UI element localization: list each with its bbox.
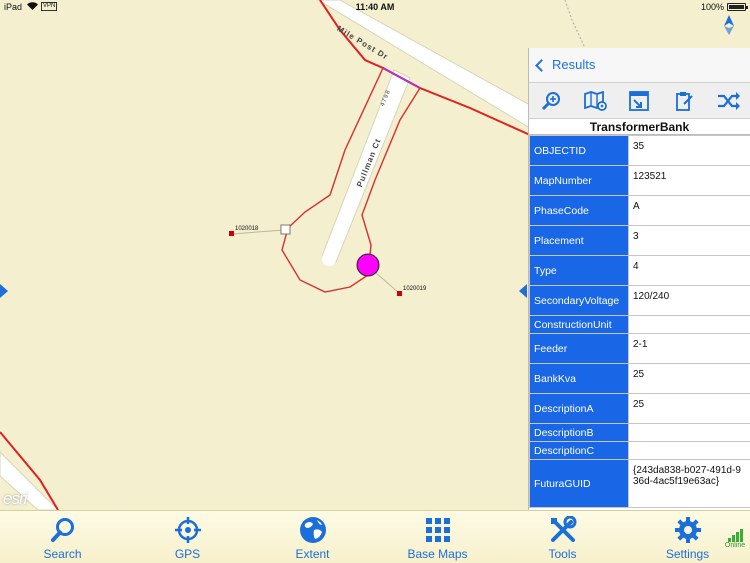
tools-icon xyxy=(549,516,577,544)
junction-box[interactable] xyxy=(280,224,291,235)
map-locate-icon[interactable] xyxy=(582,88,608,114)
road-pullman-end xyxy=(322,252,336,266)
attribute-value: 123521 xyxy=(628,165,750,196)
table-row[interactable]: DescriptionA 25 xyxy=(529,393,750,424)
tab-base-maps[interactable]: Base Maps xyxy=(375,511,500,563)
attribute-value: 4 xyxy=(628,255,750,286)
results-back-label: Results xyxy=(552,57,596,72)
grid-icon xyxy=(424,516,452,544)
battery-fill xyxy=(729,5,744,9)
north-arrow-icon[interactable] xyxy=(720,14,738,36)
tab-extent[interactable]: Extent xyxy=(250,511,375,563)
attribute-value xyxy=(628,441,750,460)
table-row[interactable]: SecondaryVoltage 120/240 xyxy=(529,285,750,316)
status-bar: iPad VPN 11:40 AM 100% xyxy=(0,0,750,14)
attribute-key: Type xyxy=(529,255,629,286)
service-line-2 xyxy=(374,271,400,294)
attribute-value: 3 xyxy=(628,225,750,256)
gear-icon xyxy=(674,516,702,544)
signal-bars-icon xyxy=(723,529,747,542)
attribute-key: OBJECTID xyxy=(529,135,629,166)
search-icon xyxy=(49,516,77,544)
transformer-point[interactable] xyxy=(229,231,234,236)
attribute-key: PhaseCode xyxy=(529,195,629,226)
panel-header: Results xyxy=(529,48,750,83)
point-label: 1020019 xyxy=(403,286,427,292)
table-row[interactable]: ConstructionUnit xyxy=(529,315,750,334)
tab-bar: Search GPS Extent Base Maps Tools Settin… xyxy=(0,510,750,563)
selected-transformer-bank[interactable] xyxy=(356,253,380,277)
table-row[interactable]: DescriptionC xyxy=(529,441,750,460)
table-row[interactable]: DescriptionB xyxy=(529,423,750,442)
table-row[interactable]: Feeder 2-1 xyxy=(529,333,750,364)
attribute-key: SecondaryVoltage xyxy=(529,285,629,316)
tab-label: Settings xyxy=(665,547,710,561)
shuffle-icon[interactable] xyxy=(715,88,741,114)
connection-status-label: Online xyxy=(724,542,746,549)
table-row[interactable]: FuturaGUID {243da838-b027-491d-936d-4ac5f… xyxy=(529,459,750,508)
tab-search[interactable]: Search xyxy=(0,511,125,563)
attribute-key: DescriptionA xyxy=(529,393,629,424)
table-row[interactable]: PhaseCode A xyxy=(529,195,750,226)
point-label: 1020018 xyxy=(235,226,259,232)
table-row[interactable]: BankKva 25 xyxy=(529,363,750,394)
attribute-table: OBJECTID 35 MapNumber 123521 PhaseCode A Pl… xyxy=(529,135,750,508)
attribute-key: DescriptionB xyxy=(529,423,629,442)
globe-icon xyxy=(299,516,327,544)
tab-label: Base Maps xyxy=(407,547,468,561)
attribute-key: BankKva xyxy=(529,363,629,394)
table-row[interactable]: OBJECTID 35 xyxy=(529,135,750,166)
tab-gps[interactable]: GPS xyxy=(125,511,250,563)
attribute-key: FuturaGUID xyxy=(529,459,629,508)
battery-icon xyxy=(727,3,748,11)
attribute-key: DescriptionC xyxy=(529,441,629,460)
clipboard-icon[interactable] xyxy=(671,88,697,114)
connection-status: Online xyxy=(723,529,747,549)
attribute-value: 2-1 xyxy=(628,333,750,364)
attribute-value: 25 xyxy=(628,393,750,424)
attribute-value: 35 xyxy=(628,135,750,166)
zoom-to-icon[interactable] xyxy=(538,88,564,114)
collapse-panel-arrow-icon[interactable] xyxy=(519,284,527,298)
road-mile-post xyxy=(317,0,531,129)
tab-label: Tools xyxy=(548,547,577,561)
tab-label: Search xyxy=(43,547,82,561)
tab-tools[interactable]: Tools xyxy=(500,511,625,563)
attribute-key: ConstructionUnit xyxy=(529,315,629,334)
esri-logo: esri xyxy=(3,489,27,508)
crosshair-icon xyxy=(174,516,202,544)
export-icon[interactable] xyxy=(626,88,652,114)
table-row[interactable]: Placement 3 xyxy=(529,225,750,256)
attribute-key: Feeder xyxy=(529,333,629,364)
attribute-value: {243da838-b027-491d-936d-4ac5f19e63ac} xyxy=(628,459,750,508)
clock: 11:40 AM xyxy=(355,2,395,12)
attribute-value: A xyxy=(628,195,750,226)
expand-left-arrow-icon[interactable] xyxy=(0,284,8,298)
battery-percent: 100% xyxy=(700,2,724,12)
table-row[interactable]: Type 4 xyxy=(529,255,750,286)
tab-label: Extent xyxy=(295,547,330,561)
attribute-key: MapNumber xyxy=(529,165,629,196)
attribute-value xyxy=(628,423,750,442)
layer-title: TransformerBank xyxy=(529,119,750,135)
transformer-point[interactable] xyxy=(397,291,402,296)
table-row[interactable]: MapNumber 123521 xyxy=(529,165,750,196)
attribute-value: 25 xyxy=(628,363,750,394)
results-panel: Results TransformerBank OBJECTID 35 MapNu… xyxy=(528,48,750,510)
chevron-left-icon xyxy=(535,58,548,72)
tab-label: GPS xyxy=(174,547,201,561)
attribute-key: Placement xyxy=(529,225,629,256)
results-back-button[interactable]: Results xyxy=(535,57,596,72)
attribute-value: 120/240 xyxy=(628,285,750,316)
attribute-value xyxy=(628,315,750,334)
results-toolbar xyxy=(529,83,750,119)
